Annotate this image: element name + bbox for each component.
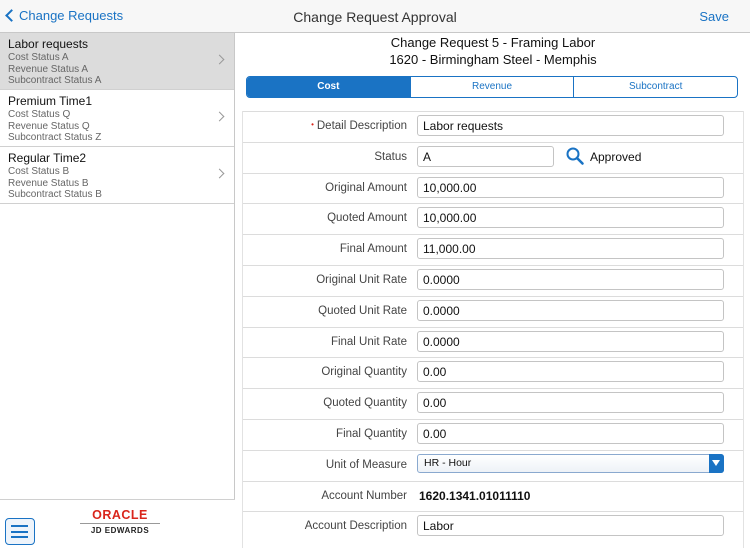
- form-row-final-unit-rate: Final Unit Rate 0.0000: [243, 326, 743, 358]
- oracle-jd-edwards-logo: ORACLE JD EDWARDS: [80, 508, 160, 535]
- quoted-quantity-label: Quoted Quantity: [323, 397, 407, 410]
- sidebar-item-subcontract-status: Subcontract Status A: [8, 75, 102, 86]
- form-row-status: Status A Approved: [243, 141, 743, 173]
- dropdown-arrow-icon: [709, 453, 724, 473]
- navigation-bar: Change Requests Change Request Approval …: [0, 0, 750, 33]
- required-marker: •: [311, 120, 314, 129]
- form-row-quoted-quantity: Quoted Quantity 0.00: [243, 388, 743, 419]
- sidebar-item-regular-time2[interactable]: Regular Time2 Cost Status B Revenue Stat…: [0, 147, 234, 204]
- sidebar-item-name: Labor requests: [8, 37, 89, 51]
- account-description-field[interactable]: Labor: [417, 515, 724, 537]
- quoted-quantity-field[interactable]: 0.00: [417, 392, 724, 414]
- job-subtitle: 1620 - Birmingham Steel - Memphis: [389, 52, 597, 67]
- form-row-account-description: Account Description Labor: [243, 511, 743, 542]
- original-quantity-label: Original Quantity: [321, 366, 407, 379]
- logo-oracle-text: ORACLE: [80, 508, 160, 524]
- change-request-title: Change Request 5 - Framing Labor: [390, 35, 596, 50]
- sidebar-item-labor-requests[interactable]: Labor requests Cost Status A Revenue Sta…: [0, 33, 234, 90]
- final-quantity-label: Final Quantity: [336, 427, 407, 440]
- sidebar-item-cost-status: Cost Status A: [8, 52, 69, 63]
- sidebar: Labor requests Cost Status A Revenue Sta…: [0, 33, 235, 548]
- sidebar-footer: ORACLE JD EDWARDS: [0, 499, 235, 548]
- sidebar-item-revenue-status: Revenue Status A: [8, 63, 89, 75]
- segmented-tabs: Cost Revenue Subcontract: [246, 76, 738, 98]
- quoted-unit-rate-field[interactable]: 0.0000: [417, 299, 724, 321]
- final-unit-rate-field[interactable]: 0.0000: [417, 330, 724, 352]
- status-field[interactable]: A: [417, 145, 554, 167]
- final-amount-field[interactable]: 11,000.00: [417, 238, 724, 260]
- back-button[interactable]: Change Requests: [4, 8, 123, 23]
- status-label: Status: [374, 150, 407, 163]
- tab-subcontract[interactable]: Subcontract: [574, 77, 737, 97]
- sidebar-item-cost-status: Cost Status B: [8, 166, 70, 177]
- quoted-amount-field[interactable]: 10,000.00: [417, 207, 724, 229]
- form-row-final-quantity: Final Quantity 0.00: [243, 418, 743, 450]
- detail-panel: Change Request 5 - Framing Labor 1620 - …: [236, 33, 750, 548]
- cost-form: • Detail Description Labor requests Statu…: [242, 111, 744, 548]
- account-description-label: Account Description: [304, 520, 407, 533]
- chevron-left-icon: [5, 9, 18, 22]
- quoted-amount-label: Quoted Amount: [327, 212, 407, 225]
- unit-of-measure-value: HR - Hour: [424, 456, 472, 469]
- form-row-quoted-unit-rate: Quoted Unit Rate 0.0000: [243, 295, 743, 327]
- account-number-value: 1620.1341.01011110: [419, 488, 531, 503]
- form-row-account-number: Account Number 1620.1341.01011110: [243, 480, 743, 512]
- original-amount-field[interactable]: 10,000.00: [417, 176, 724, 198]
- hamburger-menu-icon[interactable]: [5, 518, 35, 545]
- unit-of-measure-select[interactable]: HR - Hour: [417, 453, 724, 473]
- tab-revenue[interactable]: Revenue: [411, 77, 575, 97]
- back-button-label: Change Requests: [19, 8, 124, 23]
- detail-description-label: • Detail Description: [311, 120, 407, 132]
- final-amount-label: Final Amount: [339, 243, 407, 256]
- form-row-quoted-amount: Quoted Amount 10,000.00: [243, 203, 743, 234]
- detail-description-field[interactable]: Labor requests: [417, 115, 724, 136]
- save-button[interactable]: Save: [699, 9, 729, 24]
- final-quantity-field[interactable]: 0.00: [417, 422, 724, 444]
- form-row-original-quantity: Original Quantity 0.00: [243, 357, 743, 388]
- sidebar-item-name: Regular Time2: [8, 151, 87, 165]
- sidebar-item-name: Premium Time1: [8, 94, 93, 108]
- form-row-final-amount: Final Amount 11,000.00: [243, 234, 743, 265]
- sidebar-item-revenue-status: Revenue Status Q: [8, 120, 90, 132]
- quoted-unit-rate-label: Quoted Unit Rate: [318, 304, 407, 317]
- form-row-original-amount: Original Amount 10,000.00: [243, 172, 743, 204]
- original-unit-rate-field[interactable]: 0.0000: [417, 268, 724, 290]
- status-description: Approved: [590, 149, 642, 164]
- sidebar-item-premium-time1[interactable]: Premium Time1 Cost Status Q Revenue Stat…: [0, 90, 234, 147]
- form-row-detail-description: • Detail Description Labor requests: [243, 111, 743, 142]
- search-icon[interactable]: [565, 146, 585, 166]
- sidebar-item-cost-status: Cost Status Q: [8, 109, 71, 120]
- sidebar-item-subcontract-status: Subcontract Status Z: [8, 132, 102, 143]
- account-number-label: Account Number: [321, 489, 407, 502]
- original-unit-rate-label: Original Unit Rate: [316, 273, 407, 286]
- original-amount-label: Original Amount: [325, 181, 407, 194]
- form-row-original-unit-rate: Original Unit Rate 0.0000: [243, 264, 743, 296]
- original-quantity-field[interactable]: 0.00: [417, 361, 724, 383]
- sidebar-item-revenue-status: Revenue Status B: [8, 177, 89, 189]
- unit-of-measure-label: Unit of Measure: [325, 458, 407, 471]
- final-unit-rate-label: Final Unit Rate: [330, 335, 407, 348]
- tab-cost[interactable]: Cost: [247, 77, 411, 97]
- logo-jde-text: JD EDWARDS: [90, 526, 150, 535]
- sidebar-item-subcontract-status: Subcontract Status B: [8, 189, 102, 200]
- form-row-unit-of-measure: Unit of Measure HR - Hour: [243, 449, 743, 481]
